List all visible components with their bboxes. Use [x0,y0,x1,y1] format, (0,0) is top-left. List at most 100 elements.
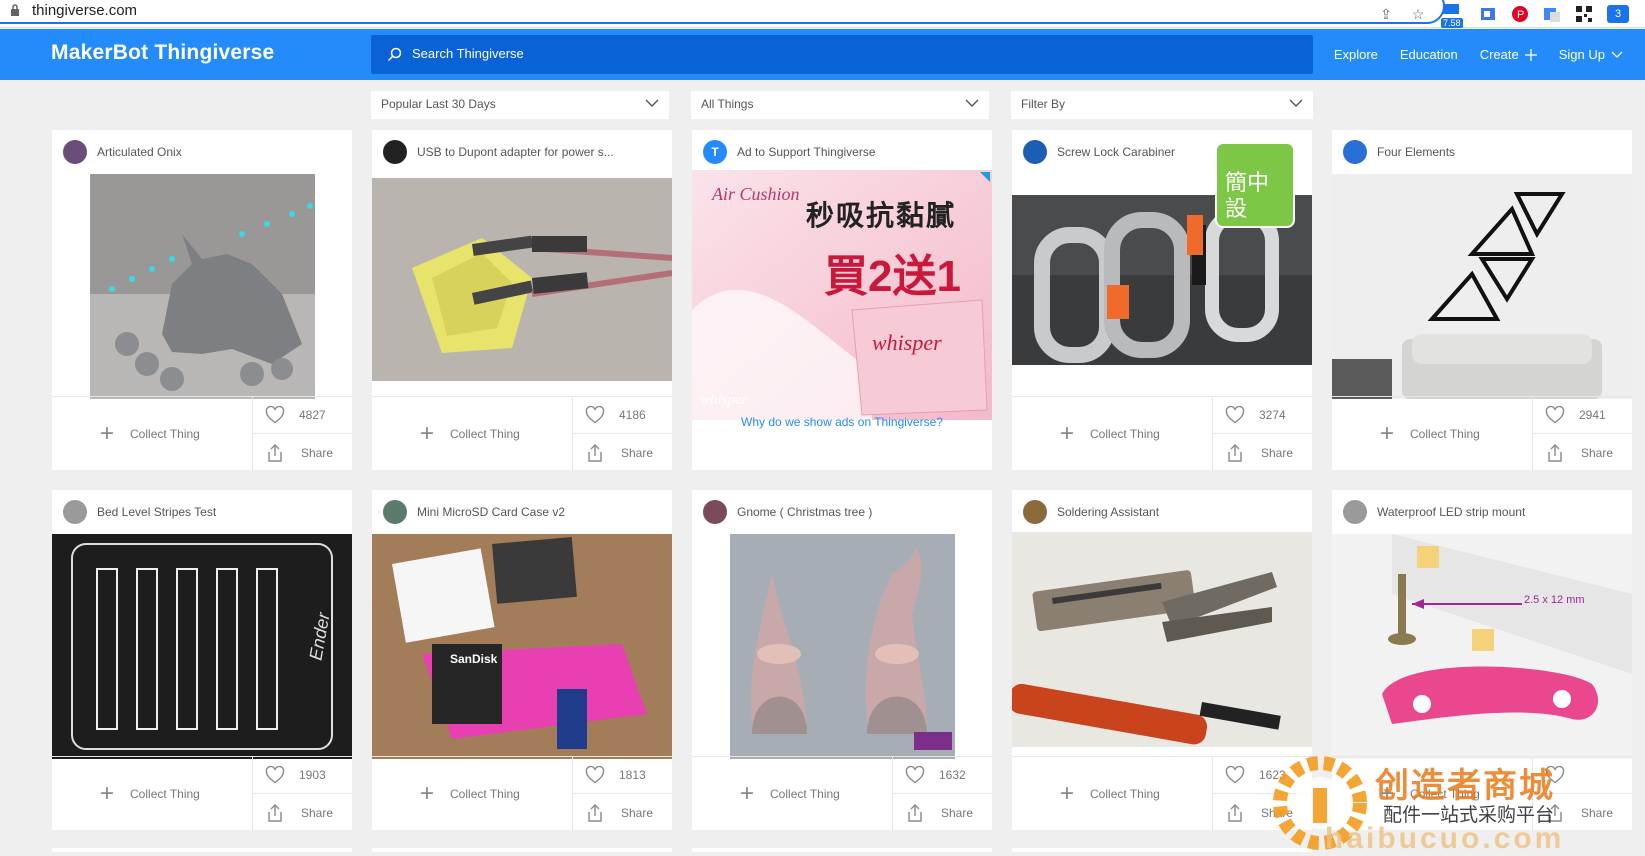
thing-card[interactable]: USB to Dupont adapter for power s... + Co… [372,130,673,471]
type-select[interactable]: All Things [691,91,989,119]
thing-title[interactable]: Soldering Assistant [1057,505,1159,519]
filter-by-select[interactable]: Filter By [1011,91,1313,119]
ad-overlay-badge[interactable]: 簡中設 [1215,142,1295,228]
extension-badge-icon[interactable]: 7.58 [1441,2,1465,28]
collect-thing-button[interactable]: + Collect Thing [52,397,252,471]
collect-label: Collect Thing [770,787,840,801]
site-logo[interactable]: MakerBot Thingiverse [51,41,274,65]
bookmark-star-icon[interactable]: ☆ [1409,5,1427,23]
nav-explore[interactable]: Explore [1334,47,1378,62]
avatar[interactable] [383,500,407,524]
like-button[interactable]: 1903 [253,757,353,794]
thing-thumbnail[interactable] [52,174,352,399]
thing-card[interactable]: Mini MicroSD Card Case v2 SanDisk + Colle… [372,490,673,831]
thing-card-partial [692,848,992,852]
profile-corner-icon[interactable]: 3 [1607,5,1629,23]
sort-select-value: Popular Last 30 Days [381,97,496,111]
like-button[interactable]: 1632 [893,757,993,794]
avatar[interactable] [1023,140,1047,164]
like-count: 1903 [299,768,326,782]
extension-reader-icon[interactable] [1479,5,1497,23]
avatar[interactable] [63,500,87,524]
share-button[interactable]: Share [1533,434,1633,471]
avatar[interactable] [383,140,407,164]
thing-title[interactable]: Screw Lock Carabiner [1057,145,1175,159]
why-ads-link[interactable]: Why do we show ads on Thingiverse? [692,415,992,429]
card-footer: + Collect Thing 2941 Share [1332,396,1633,471]
thing-title[interactable]: USB to Dupont adapter for power s... [417,145,614,159]
nav-create[interactable]: Create [1480,47,1537,62]
thing-thumbnail[interactable] [372,178,672,381]
collect-label: Collect Thing [130,787,200,801]
thing-thumbnail[interactable] [1332,174,1632,399]
thing-card[interactable]: Articulated Onix + Collect Thing 4827 Sha… [52,130,353,471]
thing-thumbnail[interactable] [692,534,992,759]
collect-thing-button[interactable]: + Collect Thing [372,397,572,471]
thing-title[interactable]: Articulated Onix [97,145,182,159]
avatar[interactable] [1343,140,1367,164]
share-button[interactable]: Share [253,434,353,471]
collect-thing-button[interactable]: + Collect Thing [1012,397,1212,471]
heart-icon [1225,766,1245,784]
share-label: Share [621,445,654,460]
plus-icon: + [740,780,755,807]
avatar[interactable] [703,500,727,524]
heart-icon [585,406,605,424]
thing-title[interactable]: Gnome ( Christmas tree ) [737,505,872,519]
like-button[interactable]: 3274 [1213,397,1313,434]
collect-thing-button[interactable]: + Collect Thing [1332,397,1532,471]
like-button[interactable]: 4827 [253,397,353,434]
heart-icon [905,766,925,784]
thing-card[interactable]: Screw Lock Carabiner 簡中設 + Collect Thing … [1012,130,1313,471]
share-button[interactable]: Share [573,434,673,471]
thing-thumbnail[interactable] [1012,532,1312,747]
share-button[interactable]: Share [893,794,993,831]
thing-title[interactable]: Bed Level Stripes Test [97,505,216,519]
like-button[interactable]: 2941 [1533,397,1633,434]
thing-title[interactable]: Four Elements [1377,145,1455,159]
ad-card[interactable]: T Ad to Support Thingiverse Air Cushion 秒… [692,130,992,470]
thing-card-partial [52,848,352,852]
share-icon [905,803,925,823]
plus-icon [1524,48,1537,61]
chevron-down-icon [965,99,979,107]
url-text[interactable]: thingiverse.com [32,2,137,19]
watermark-domain: haibucuo.com [1325,822,1565,855]
thing-card[interactable]: Gnome ( Christmas tree ) + Collect Thing … [692,490,993,831]
lock-icon [11,4,19,16]
avatar[interactable] [1343,500,1367,524]
omnibox[interactable] [0,0,1445,24]
share-button[interactable]: Share [253,794,353,831]
like-count: 1813 [619,768,646,782]
thing-card[interactable]: Four Elements + Collect Thing 2941 Share [1332,130,1633,471]
thing-title[interactable]: Waterproof LED strip mount [1377,505,1525,519]
collect-thing-button[interactable]: + Collect Thing [52,757,252,831]
thing-thumbnail[interactable]: Ender [52,534,352,759]
translate-icon[interactable] [1543,5,1561,23]
pinterest-icon[interactable]: P [1511,5,1529,23]
share-page-icon[interactable]: ⇪ [1377,5,1395,23]
ad-banner[interactable]: Air Cushion 秒吸抗黏膩 買2送1 whisper whisper [692,170,992,420]
nav-sign-up[interactable]: Sign Up [1559,47,1623,62]
avatar[interactable] [1023,500,1047,524]
collect-thing-button[interactable]: + Collect Thing [692,757,892,831]
ad-footer-logo: whisper [700,392,748,408]
thing-thumbnail[interactable]: 2.5 x 12 mm [1332,534,1632,759]
search-input[interactable]: Search Thingiverse [371,35,1313,74]
thing-title[interactable]: Mini MicroSD Card Case v2 [417,505,565,519]
share-button[interactable]: Share [1213,434,1313,471]
collect-thing-button[interactable]: + Collect Thing [372,757,572,831]
nav-education[interactable]: Education [1400,47,1458,62]
qr-code-icon[interactable] [1575,5,1593,23]
avatar[interactable] [63,140,87,164]
thing-card-partial [372,848,672,852]
sort-select[interactable]: Popular Last 30 Days [371,91,669,119]
share-icon [585,443,605,463]
like-button[interactable]: 1813 [573,757,673,794]
thing-card[interactable]: Bed Level Stripes Test Ender + Collect Th… [52,490,353,831]
like-button[interactable]: 4186 [573,397,673,434]
thing-thumbnail[interactable]: SanDisk [372,534,672,759]
ad-overlay-text: 簡中設 [1225,170,1270,221]
collect-thing-button[interactable]: + Collect Thing [1012,757,1212,831]
share-button[interactable]: Share [573,794,673,831]
